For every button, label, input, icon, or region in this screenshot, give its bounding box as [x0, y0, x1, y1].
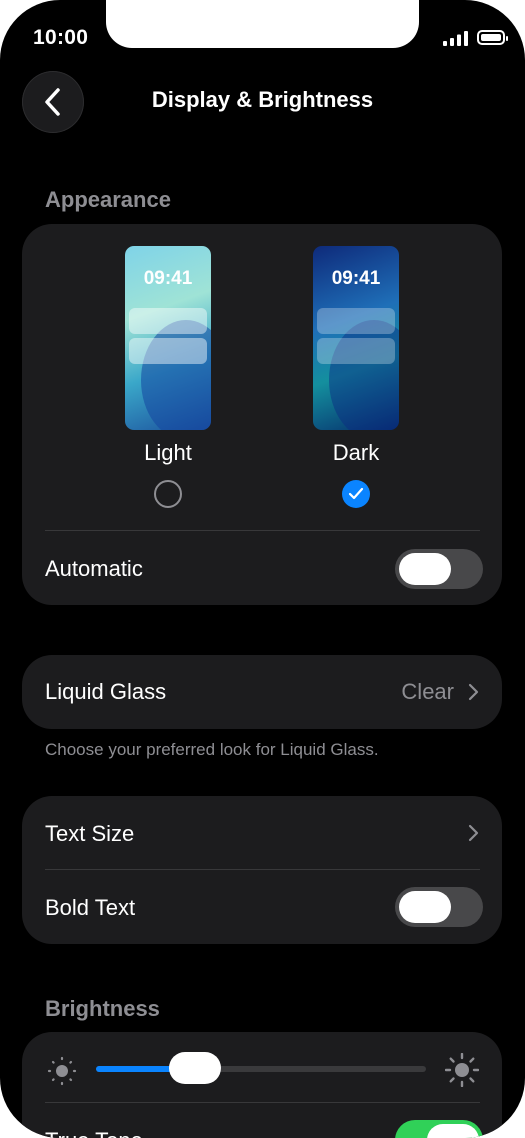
liquid-glass-row[interactable]: Liquid Glass Clear [22, 655, 502, 729]
sun-max-icon [445, 1053, 479, 1087]
appearance-card: 09:41 Light 09:41 Dark Automatic [22, 224, 502, 605]
preview-clock: 09:41 [143, 268, 193, 289]
light-mode-label: Light [144, 440, 192, 465]
camera-notch [106, 0, 419, 48]
text-size-row[interactable]: Text Size [22, 796, 502, 869]
liquid-glass-value: Clear [401, 679, 454, 704]
checkmark-icon [348, 487, 364, 500]
chevron-right-icon [468, 824, 479, 842]
cellular-signal-icon [443, 31, 468, 46]
liquid-glass-footnote: Choose your preferred look for Liquid Gl… [45, 740, 379, 759]
brightness-slider[interactable] [96, 1066, 426, 1072]
bold-text-toggle[interactable] [395, 887, 483, 927]
appearance-option-light[interactable]: 09:41 Light [108, 246, 228, 508]
brightness-section-header: Brightness [45, 996, 160, 1021]
dark-mode-preview: 09:41 [313, 246, 399, 430]
page-title: Display & Brightness [151, 87, 374, 112]
status-time: 10:00 [33, 26, 89, 49]
text-size-label: Text Size [45, 821, 135, 846]
phone-screen: 10:00 Display & Brightness Appearance 09… [0, 0, 525, 1138]
divider [45, 869, 480, 870]
light-mode-radio[interactable] [154, 480, 182, 508]
divider [45, 530, 480, 531]
dark-mode-label: Dark [332, 440, 380, 465]
text-settings-card: Text Size Bold Text [22, 796, 502, 944]
brightness-slider-thumb[interactable] [169, 1052, 221, 1084]
divider [45, 1102, 480, 1103]
automatic-toggle[interactable] [395, 549, 483, 589]
sun-min-icon [47, 1056, 77, 1086]
brightness-card: True Tone [22, 1032, 502, 1138]
light-mode-preview: 09:41 [125, 246, 211, 430]
battery-icon [477, 30, 508, 45]
appearance-section-header: Appearance [45, 187, 171, 212]
chevron-right-icon [468, 683, 479, 701]
appearance-option-dark[interactable]: 09:41 Dark [296, 246, 416, 508]
true-tone-toggle[interactable] [395, 1120, 483, 1138]
dark-mode-radio[interactable] [342, 480, 370, 508]
preview-clock: 09:41 [331, 268, 381, 289]
